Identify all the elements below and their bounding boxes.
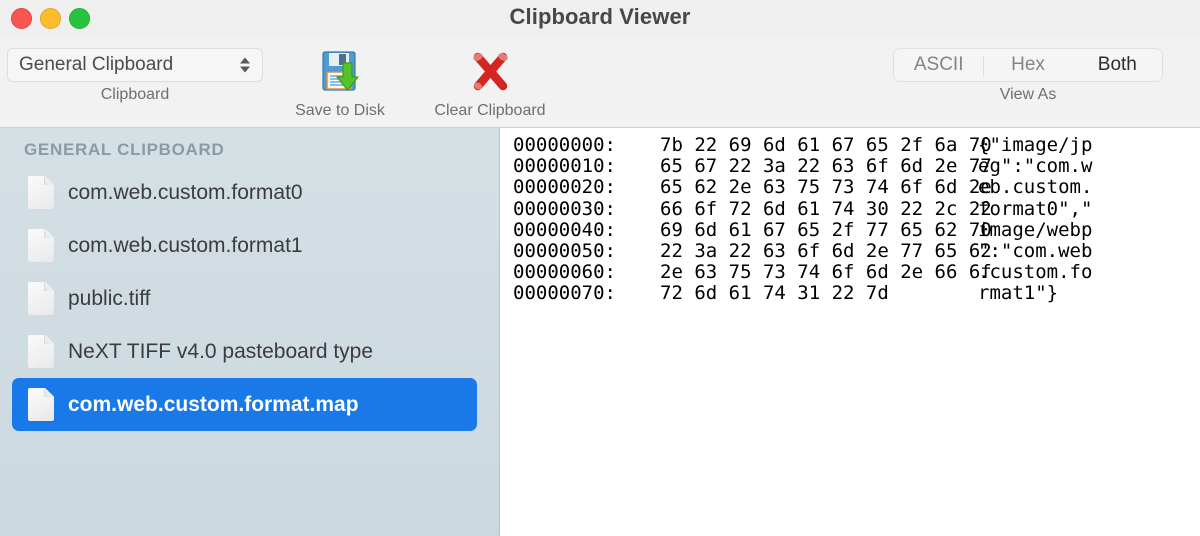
hex-ascii: image/webp (978, 220, 1092, 241)
hex-row: 00000060: 2e 63 75 73 74 6f 6d 2e 66 6f … (501, 262, 1200, 283)
view-as-caption: View As (1000, 86, 1057, 104)
list-item-label: com.web.custom.format1 (68, 234, 303, 258)
hex-row: 00000070: 72 6d 61 74 31 22 7d rmat1"} (501, 283, 1200, 304)
list-item[interactable]: public.tiff (12, 272, 477, 325)
hex-offset: 00000020: (513, 177, 641, 198)
hex-row: 00000040: 69 6d 61 67 65 2f 77 65 62 70 … (501, 220, 1200, 241)
list-item[interactable]: com.web.custom.format1 (12, 219, 477, 272)
list-item-label: com.web.custom.format.map (68, 393, 359, 417)
sidebar-section-header: GENERAL CLIPBOARD (0, 136, 499, 166)
hex-offset: 00000030: (513, 199, 641, 220)
segment-ascii[interactable]: ASCII (894, 49, 983, 81)
chevron-up-down-icon (240, 58, 250, 73)
window-title: Clipboard Viewer (0, 4, 1200, 30)
hex-ascii: ":"com.web (978, 241, 1092, 262)
list-item-label: NeXT TIFF v4.0 pasteboard type (68, 340, 373, 364)
list-item-label: public.tiff (68, 287, 151, 311)
list-item-selected[interactable]: com.web.custom.format.map (12, 378, 477, 431)
hex-row: 00000030: 66 6f 72 6d 61 74 30 22 2c 22 … (501, 199, 1200, 220)
hex-row: 00000000: 7b 22 69 6d 61 67 65 2f 6a 70 … (501, 135, 1200, 156)
hex-ascii: rmat1"} (978, 283, 1058, 304)
hex-row: 00000010: 65 67 22 3a 22 63 6f 6d 2e 77 … (501, 156, 1200, 177)
hex-offset: 00000010: (513, 156, 641, 177)
document-icon (28, 176, 54, 209)
hex-ascii: .custom.fo (978, 262, 1092, 283)
hex-bytes: 65 67 22 3a 22 63 6f 6d 2e 77 (641, 156, 978, 177)
hex-offset: 00000060: (513, 262, 641, 283)
hex-offset: 00000000: (513, 135, 641, 156)
document-icon (28, 388, 54, 421)
hex-offset: 00000070: (513, 283, 641, 304)
hex-ascii: format0"," (978, 199, 1092, 220)
hex-dump-panel[interactable]: 00000000: 7b 22 69 6d 61 67 65 2f 6a 70 … (501, 128, 1200, 536)
hex-ascii: eg":"com.w (978, 156, 1092, 177)
clipboard-viewer-window: Clipboard Viewer General Clipboard Clipb… (0, 0, 1200, 536)
list-item-label: com.web.custom.format0 (68, 181, 303, 205)
list-item[interactable]: com.web.custom.format0 (12, 166, 477, 219)
save-to-disk-caption: Save to Disk (295, 102, 385, 120)
clipboard-group-caption: Clipboard (101, 86, 169, 104)
hex-bytes: 65 62 2e 63 75 73 74 6f 6d 2e (641, 177, 978, 198)
clipboard-types-sidebar: GENERAL CLIPBOARD com.web.custom.format0… (0, 128, 500, 536)
document-icon (28, 335, 54, 368)
hex-bytes: 7b 22 69 6d 61 67 65 2f 6a 70 (641, 135, 978, 156)
clipboard-popup-value: General Clipboard (8, 54, 173, 76)
floppy-disk-download-icon[interactable] (312, 44, 368, 98)
hex-bytes: 66 6f 72 6d 61 74 30 22 2c 22 (641, 199, 978, 220)
clear-clipboard-caption: Clear Clipboard (434, 102, 545, 120)
hex-ascii: {"image/jp (978, 135, 1092, 156)
hex-bytes: 22 3a 22 63 6f 6d 2e 77 65 62 (641, 241, 978, 262)
list-item[interactable]: NeXT TIFF v4.0 pasteboard type (12, 325, 477, 378)
hex-bytes: 69 6d 61 67 65 2f 77 65 62 70 (641, 220, 978, 241)
toolbar: General Clipboard Clipboard (0, 38, 1200, 128)
content-area: GENERAL CLIPBOARD com.web.custom.format0… (0, 128, 1200, 536)
red-x-icon[interactable] (462, 44, 518, 98)
hex-offset: 00000040: (513, 220, 641, 241)
hex-offset: 00000050: (513, 241, 641, 262)
clear-clipboard-group[interactable]: Clear Clipboard (426, 44, 554, 120)
clipboard-selector-group: General Clipboard Clipboard (6, 48, 264, 104)
view-as-segmented-control[interactable]: ASCII Hex Both (893, 48, 1163, 82)
document-icon (28, 229, 54, 262)
clipboard-popup-button[interactable]: General Clipboard (7, 48, 263, 82)
hex-ascii: eb.custom. (978, 177, 1092, 198)
segment-hex[interactable]: Hex (983, 49, 1072, 81)
title-bar: Clipboard Viewer (0, 0, 1200, 38)
save-to-disk-group[interactable]: Save to Disk (276, 44, 404, 120)
hex-row: 00000020: 65 62 2e 63 75 73 74 6f 6d 2e … (501, 177, 1200, 198)
hex-bytes: 72 6d 61 74 31 22 7d (641, 283, 978, 304)
document-icon (28, 282, 54, 315)
view-as-group: ASCII Hex Both View As (892, 48, 1164, 104)
hex-bytes: 2e 63 75 73 74 6f 6d 2e 66 6f (641, 262, 978, 283)
hex-row: 00000050: 22 3a 22 63 6f 6d 2e 77 65 62 … (501, 241, 1200, 262)
segment-both[interactable]: Both (1073, 49, 1162, 81)
